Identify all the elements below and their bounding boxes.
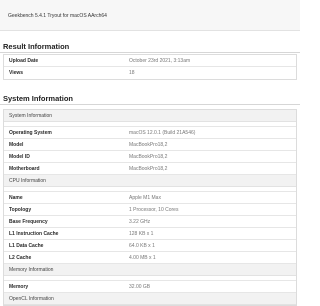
row-label: L1 Data Cache — [9, 243, 44, 249]
row-label: L2 Cache — [9, 255, 32, 261]
subheading-opencl-information: OpenCL Information — [4, 293, 296, 305]
table-row-model-id: Model ID MacBookPro18,2 — [4, 151, 296, 163]
row-label: Name — [9, 195, 23, 201]
table-row-model: Model MacBookPro18,2 — [4, 139, 296, 151]
row-value: 128 KB x 1 — [129, 231, 154, 237]
section-divider — [0, 104, 300, 105]
result-information-title: Result Information — [3, 42, 70, 51]
row-value: Apple M1 Max — [129, 195, 161, 201]
subheading-label: Memory Information — [9, 267, 54, 273]
table-row-l1-instruction-cache: L1 Instruction Cache 128 KB x 1 — [4, 228, 296, 240]
subheading-label: OpenCL Information — [9, 296, 54, 302]
system-information-table: System Information Operating System macO… — [3, 109, 297, 306]
row-label: Base Frequency — [9, 219, 48, 225]
row-value: October 23rd 2021, 3:13am — [129, 58, 191, 64]
subheading-label: System Information — [9, 113, 53, 119]
row-label: Model — [9, 142, 24, 148]
row-value: macOS 12.0.1 (Build 21A546) — [129, 130, 196, 136]
table-row-operating-system: Operating System macOS 12.0.1 (Build 21A… — [4, 127, 296, 139]
row-label: Upload Date — [9, 58, 39, 64]
row-label: Memory — [9, 284, 29, 290]
system-information-title: System Information — [3, 94, 74, 103]
app-title: Geekbench 5.4.1 Tryout for macOS AArch64 — [8, 13, 107, 19]
table-row-upload-date: Upload Date October 23rd 2021, 3:13am — [4, 55, 296, 67]
table-row-motherboard: Motherboard MacBookPro18,2 — [4, 163, 296, 175]
app-header-bar: Geekbench 5.4.1 Tryout for macOS AArch64 — [0, 0, 300, 31]
row-label: L1 Instruction Cache — [9, 231, 59, 237]
table-row-views: Views 18 — [4, 67, 296, 79]
table-row-cpu-name: Name Apple M1 Max — [4, 192, 296, 204]
subheading-cpu-information: CPU Information — [4, 175, 296, 187]
row-label: Views — [9, 70, 24, 76]
table-row-memory: Memory 32.00 GB — [4, 281, 296, 293]
row-value: 32.00 GB — [129, 284, 151, 290]
row-value: MacBookPro18,2 — [129, 166, 168, 172]
row-value: MacBookPro18,2 — [129, 154, 168, 160]
table-row-l1-data-cache: L1 Data Cache 64.0 KB x 1 — [4, 240, 296, 252]
table-row-base-frequency: Base Frequency 3.22 GHz — [4, 216, 296, 228]
table-row-topology: Topology 1 Processor, 10 Cores — [4, 204, 296, 216]
row-value: MacBookPro18,2 — [129, 142, 168, 148]
subheading-system-information: System Information — [4, 110, 296, 122]
row-value: 3.22 GHz — [129, 219, 151, 225]
section-divider — [0, 52, 300, 53]
table-row-l2-cache: L2 Cache 4.00 MB x 1 — [4, 252, 296, 264]
row-value: 4.00 MB x 1 — [129, 255, 156, 261]
row-value: 1 Processor, 10 Cores — [129, 207, 179, 213]
subheading-label: CPU Information — [9, 178, 46, 184]
row-label: Model ID — [9, 154, 30, 160]
row-label: Operating System — [9, 130, 52, 136]
row-value: 18 — [129, 70, 135, 76]
result-information-table: Upload Date October 23rd 2021, 3:13am Vi… — [3, 54, 297, 80]
row-label: Topology — [9, 207, 32, 213]
row-label: Motherboard — [9, 166, 40, 172]
subheading-memory-information: Memory Information — [4, 264, 296, 276]
row-value: 64.0 KB x 1 — [129, 243, 155, 249]
